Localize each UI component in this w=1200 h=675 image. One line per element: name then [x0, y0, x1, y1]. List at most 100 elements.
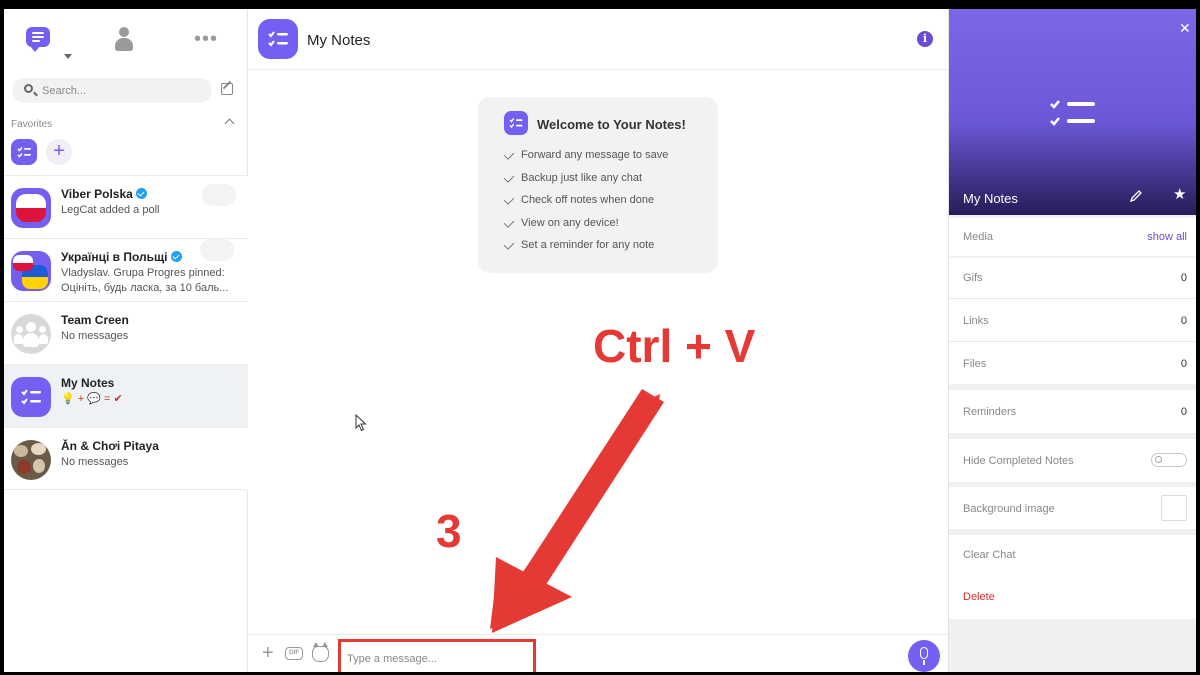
welcome-list: Forward any message to save Backup just … [503, 144, 668, 257]
background-image-label: Background image [963, 503, 1055, 515]
chat-item-viber-polska[interactable]: Viber Polska LegCat added a poll [4, 175, 248, 238]
hide-completed-label: Hide Completed Notes [963, 455, 1074, 467]
contacts-icon[interactable] [114, 27, 134, 53]
info-panel: ✕ My Notes ★ Media show all Gifs 0 Links… [948, 9, 1196, 672]
checklist-icon [17, 147, 31, 158]
avatar [11, 377, 51, 417]
sticker-icon[interactable] [312, 642, 329, 662]
welcome-title: Welcome to Your Notes! [537, 117, 686, 132]
reminders-row[interactable]: Reminders 0 [949, 390, 1196, 433]
checklist-icon [268, 31, 288, 47]
chat-name: Українці в Польщі [61, 250, 182, 264]
search-icon [24, 84, 33, 93]
checklist-icon [21, 389, 41, 405]
annotation-shortcut: Ctrl + V [593, 320, 756, 372]
blurred-badge [200, 239, 234, 261]
delete-button[interactable]: Delete [963, 591, 995, 603]
actions-section: Clear Chat Delete [949, 535, 1196, 619]
search-input[interactable] [42, 82, 202, 100]
more-icon[interactable]: ••• [194, 29, 218, 49]
chat-avatar[interactable] [258, 19, 298, 59]
chat-item-ukrainians-in-poland[interactable]: Українці в Польщі Vladyslav. Grupa Progr… [4, 238, 248, 301]
chat-preview: Vladyslav. Grupa Progres pinned: Оцініть… [61, 267, 229, 294]
show-all-link[interactable]: show all [1147, 231, 1187, 243]
chat-name: Team Creen [61, 313, 129, 327]
background-image-thumbnail[interactable] [1161, 495, 1187, 521]
files-row[interactable]: Files 0 [949, 342, 1196, 384]
sidebar: ••• Favorites + Viber Polska [4, 9, 248, 672]
hide-completed-row: Hide Completed Notes [949, 439, 1196, 482]
favorite-my-notes[interactable] [11, 139, 37, 165]
annotation-step-number: 3 [436, 505, 462, 557]
clear-chat-button[interactable]: Clear Chat [963, 549, 1016, 561]
search-bar [12, 78, 212, 103]
top-nav: ••• [4, 9, 248, 71]
message-composer: + GIF [248, 634, 948, 672]
gifs-row[interactable]: Gifs 0 [949, 258, 1196, 298]
avatar [11, 188, 51, 228]
message-input-highlight [338, 639, 536, 672]
hide-completed-toggle[interactable] [1151, 453, 1187, 467]
row-label: Reminders [963, 406, 1017, 418]
row-count: 0 [1180, 272, 1187, 284]
check-icon [503, 239, 515, 250]
avatar [11, 251, 51, 291]
chat-item-team-creen[interactable]: Team Creen No messages [4, 301, 248, 364]
checklist-icon [504, 111, 528, 135]
check-icon [503, 194, 515, 205]
avatar [11, 440, 51, 480]
row-label: Files [963, 358, 987, 370]
chat-title: My Notes [307, 32, 371, 49]
welcome-item: Check off notes when done [503, 189, 668, 212]
row-count: 0 [1180, 358, 1187, 370]
chat-name: My Notes [61, 376, 115, 390]
edit-icon[interactable] [1129, 189, 1143, 203]
welcome-card: Welcome to Your Notes! Forward any messa… [478, 97, 718, 273]
row-count: 0 [1180, 406, 1187, 418]
compose-icon[interactable] [221, 83, 233, 95]
row-label: Links [963, 315, 989, 327]
chat-pane: My Notes i Welcome to Your Notes! Forwar… [248, 9, 948, 672]
chevron-up-icon[interactable] [224, 118, 235, 129]
message-input[interactable] [347, 650, 527, 668]
checklist-icon [1050, 100, 1095, 126]
welcome-item: Forward any message to save [503, 144, 668, 167]
row-count: 0 [1180, 315, 1187, 327]
add-favorite-button[interactable]: + [46, 139, 72, 165]
chat-preview: No messages [61, 456, 129, 468]
welcome-item: View on any device! [503, 212, 668, 235]
add-attachment-icon[interactable]: + [262, 643, 274, 663]
chat-item-my-notes[interactable]: My Notes 💡 + 💬 = ✔ [4, 364, 248, 427]
chats-icon[interactable] [26, 27, 52, 52]
star-icon[interactable]: ★ [1173, 187, 1186, 203]
check-icon [503, 216, 515, 228]
chevron-down-icon[interactable] [64, 54, 72, 59]
chat-name: Ăn & Chơi Pitaya [61, 439, 159, 453]
info-icon[interactable]: i [917, 31, 933, 47]
info-banner: ✕ My Notes ★ [949, 9, 1196, 215]
verified-icon [170, 251, 182, 262]
chat-list: Viber Polska LegCat added a poll Українц… [4, 175, 248, 490]
favorites-label: Favorites [11, 119, 53, 130]
links-row[interactable]: Links 0 [949, 299, 1196, 341]
welcome-item: Set a reminder for any note [503, 234, 668, 257]
chat-name: Viber Polska [61, 187, 147, 201]
group-avatar [11, 314, 51, 354]
check-icon [503, 171, 515, 183]
chat-item-pitaya[interactable]: Ăn & Chơi Pitaya No messages [4, 427, 248, 490]
info-chat-name: My Notes [963, 191, 1018, 206]
chat-header: My Notes i [248, 9, 948, 70]
voice-message-button[interactable] [908, 640, 940, 672]
verified-icon [135, 188, 147, 199]
media-row: Media show all [949, 218, 1196, 256]
gif-icon[interactable]: GIF [285, 647, 303, 660]
background-image-row: Background image [949, 487, 1196, 529]
blurred-badge [202, 184, 236, 206]
media-label: Media [963, 231, 993, 243]
check-icon [503, 149, 515, 160]
close-icon[interactable]: ✕ [1179, 21, 1191, 35]
microphone-icon [920, 647, 928, 659]
row-label: Gifs [963, 272, 983, 284]
welcome-item: Backup just like any chat [503, 167, 668, 190]
app-window: ••• Favorites + Viber Polska [4, 9, 1196, 672]
